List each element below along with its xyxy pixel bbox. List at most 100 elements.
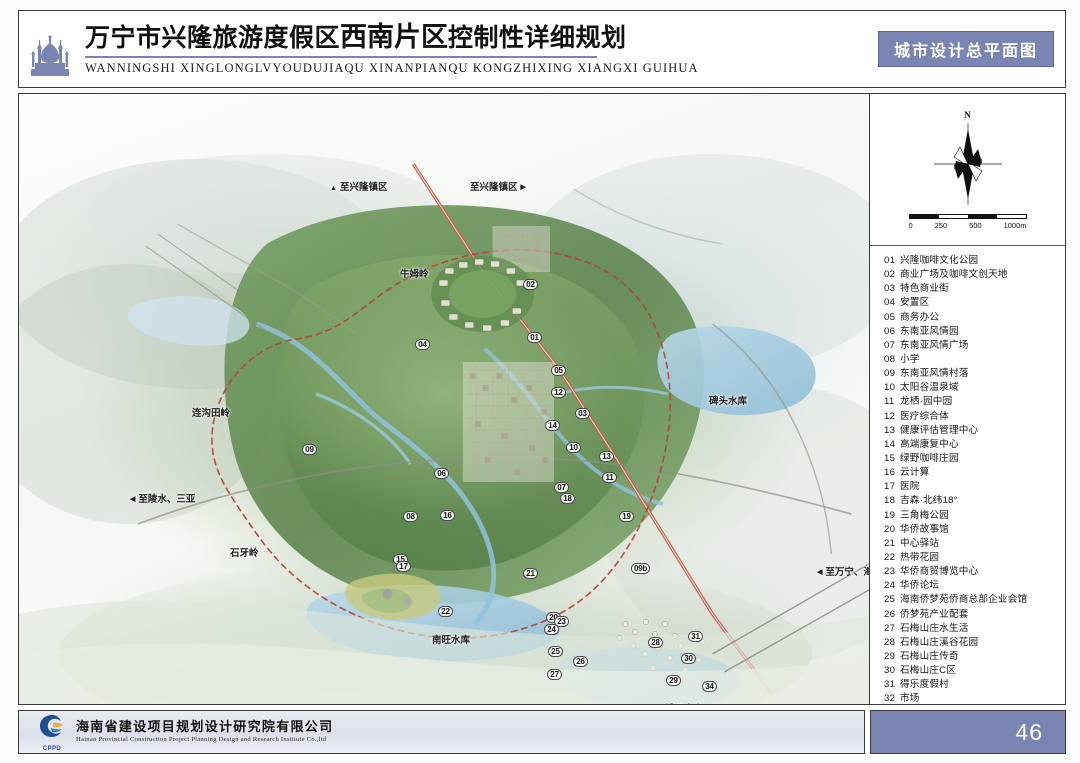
legend-item[interactable]: 15 绿野咖啡庄园 xyxy=(884,454,1061,464)
legend-item[interactable]: 16 云计算 xyxy=(884,468,1061,478)
title-segment-emphasis: 西南片区 xyxy=(340,22,449,54)
map-marker[interactable]: 02 xyxy=(523,279,538,290)
legend-number: 12 xyxy=(884,410,896,422)
map-marker[interactable]: 01 xyxy=(527,332,542,343)
legend-label: 高端康复中心 xyxy=(900,438,959,450)
legend-label: 石梅山庄溪谷花园 xyxy=(900,636,979,648)
legend-label: 小学 xyxy=(900,353,920,365)
legend-item[interactable]: 26 侨梦苑产业配套 xyxy=(884,609,1061,620)
page-number-bar: 46 xyxy=(870,710,1066,754)
legend-item[interactable]: 24 华侨论坛 xyxy=(884,581,1061,591)
legend-label: 石梅山庄C区 xyxy=(900,665,957,677)
map-marker[interactable]: 09b xyxy=(631,563,651,574)
legend-item[interactable]: 04 安置区 xyxy=(884,298,1061,308)
map-side-panel: N 0 250 500 1000m 01 兴隆咖啡文化公园 02 商业广场及咖啡… xyxy=(869,94,1065,704)
legend-item[interactable]: 32 市场 xyxy=(884,694,1061,704)
title-segment-1: 万宁市兴隆旅游度假区 xyxy=(85,24,341,53)
legend-item[interactable]: 30 石梅山庄C区 xyxy=(884,666,1061,676)
compass-and-scale-box: N 0 250 500 1000m xyxy=(870,94,1065,246)
master-plan-map[interactable]: 01 02 04 09 12 05 03 10 13 11 14 06 16 0… xyxy=(19,94,869,704)
legend-item[interactable]: 22 热带花园 xyxy=(884,553,1061,563)
map-marker[interactable]: 16 xyxy=(440,510,455,521)
map-marker[interactable]: 18 xyxy=(560,493,575,504)
legend-item[interactable]: 11 龙栖·园中园 xyxy=(884,397,1061,407)
legend-item[interactable]: 09 东南亚风情村落 xyxy=(884,369,1061,379)
legend-item[interactable]: 20 华侨故事馆 xyxy=(884,525,1061,535)
legend-number: 09 xyxy=(884,368,896,380)
map-marker[interactable]: 17 xyxy=(396,561,411,572)
map-marker[interactable]: 19 xyxy=(619,511,634,522)
legend-number: 28 xyxy=(884,636,896,648)
map-marker[interactable]: 10 xyxy=(566,442,581,453)
legend-label: 市场 xyxy=(900,693,920,704)
legend-number: 11 xyxy=(884,396,895,408)
legend-number: 16 xyxy=(884,467,896,479)
scale-bar-ticks: 0 250 500 1000m xyxy=(909,221,1027,230)
map-marker[interactable]: 30 xyxy=(681,653,696,664)
legend-number: 23 xyxy=(884,566,896,578)
legend-item[interactable]: 14 高端康复中心 xyxy=(884,440,1061,450)
map-marker[interactable]: 13 xyxy=(599,451,614,462)
legend-item[interactable]: 29 石梅山庄传奇 xyxy=(884,652,1061,662)
sheet-type-badge: 城市设计总平面图 xyxy=(878,31,1054,67)
legend-item[interactable]: 03 特色商业街 xyxy=(884,284,1061,294)
map-marker[interactable]: 26 xyxy=(573,656,588,667)
legend-item[interactable]: 18 吉森·北纬18° xyxy=(884,496,1061,506)
scale-tick: 500 xyxy=(969,220,982,230)
legend-item[interactable]: 10 太阳谷温泉域 xyxy=(884,383,1061,393)
legend-label: 华侨论坛 xyxy=(900,580,940,592)
map-marker[interactable]: 08 xyxy=(403,511,418,522)
map-marker[interactable]: 22 xyxy=(438,606,453,617)
map-marker[interactable]: 28 xyxy=(648,637,663,648)
map-marker[interactable]: 12 xyxy=(551,387,566,398)
legend-label: 东南亚风情园 xyxy=(900,325,959,337)
legend-label: 石梅山庄水生活 xyxy=(900,622,969,634)
legend-item[interactable]: 28 石梅山庄溪谷花园 xyxy=(884,638,1061,648)
legend-item[interactable]: 07 东南亚风情广场 xyxy=(884,341,1061,351)
legend-item[interactable]: 05 商务办公 xyxy=(884,311,1061,323)
map-marker[interactable]: 03 xyxy=(575,408,590,419)
map-marker[interactable]: 14 xyxy=(545,420,560,431)
map-marker[interactable]: 04 xyxy=(415,339,430,350)
legend-item[interactable]: 23 华侨商贸博览中心 xyxy=(884,567,1061,577)
legend-item[interactable]: 13 健康评估管理中心 xyxy=(884,426,1061,436)
legend-item[interactable]: 06 东南亚风情园 xyxy=(884,327,1061,337)
legend-number: 24 xyxy=(884,580,896,592)
map-marker[interactable]: 11 xyxy=(602,472,617,483)
legend-number: 04 xyxy=(884,297,896,309)
map-marker[interactable]: 34 xyxy=(702,681,717,692)
slide-header: 万宁市兴隆旅游度假区西南片区控制性详细规划 WANNINGSHI XINGLON… xyxy=(18,10,1066,88)
footer-company-text: 海南省建设项目规划设计研究院有限公司 Hainan Provincial Con… xyxy=(76,719,333,744)
legend-label: 华侨故事馆 xyxy=(900,523,949,535)
legend-item[interactable]: 08 小学 xyxy=(884,355,1061,365)
map-marker[interactable]: 29 xyxy=(666,675,681,686)
legend-label: 商务办公 xyxy=(900,311,940,323)
north-label: N xyxy=(964,109,971,120)
legend-number: 10 xyxy=(884,382,896,394)
map-marker[interactable]: 09 xyxy=(302,444,317,455)
map-marker[interactable]: 07 xyxy=(554,482,569,493)
map-marker[interactable]: 06 xyxy=(434,468,449,479)
legend-item[interactable]: 21 中心驿站 xyxy=(884,539,1061,549)
legend-item[interactable]: 02 商业广场及咖啡文创天地 xyxy=(884,270,1061,280)
map-marker[interactable]: 05 xyxy=(551,365,566,376)
legend-label: 云计算 xyxy=(900,467,930,479)
scale-tick: 1000m xyxy=(1003,220,1027,230)
scale-bar-track xyxy=(908,213,1027,219)
map-marker[interactable]: 25 xyxy=(548,646,563,657)
title-underline xyxy=(85,55,597,58)
legend-number: 21 xyxy=(884,537,896,549)
legend-item[interactable]: 25 海南侨梦苑侨商总部企业会馆 xyxy=(884,595,1061,605)
legend-item[interactable]: 01 兴隆咖啡文化公园 xyxy=(884,256,1061,266)
map-marker[interactable]: 27 xyxy=(547,669,562,680)
map-marker[interactable]: 31 xyxy=(688,631,703,642)
legend-item[interactable]: 31 得乐度假村 xyxy=(884,680,1061,690)
legend-number: 20 xyxy=(884,523,896,535)
legend-item[interactable]: 12 医疗综合体 xyxy=(884,410,1061,422)
presentation-slide: 万宁市兴隆旅游度假区西南片区控制性详细规划 WANNINGSHI XINGLON… xyxy=(0,0,1080,763)
legend-item[interactable]: 19 三角梅公园 xyxy=(884,510,1061,521)
legend-item[interactable]: 27 石梅山庄水生活 xyxy=(884,624,1061,634)
legend-item[interactable]: 17 医院 xyxy=(884,482,1061,492)
map-marker[interactable]: 24 xyxy=(544,624,559,635)
map-marker[interactable]: 21 xyxy=(523,568,538,579)
